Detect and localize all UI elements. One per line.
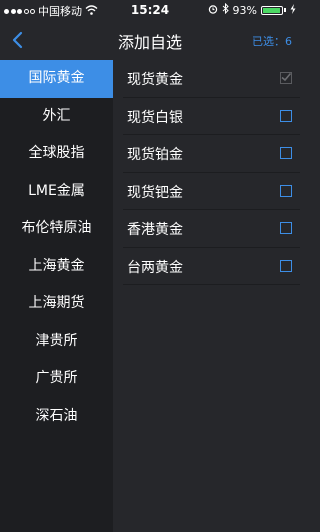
category-sidebar: 国际黄金 外汇 全球股指 LME金属 布伦特原油 上海黄金 上海期货 津贵所 广… — [0, 60, 113, 532]
sidebar-item-lme-metals[interactable]: LME金属 — [0, 173, 113, 211]
alarm-icon — [208, 4, 218, 17]
sidebar-item-intl-gold[interactable]: 国际黄金 — [0, 60, 113, 98]
selected-count[interactable]: 已选：6 — [252, 33, 292, 49]
list-item-label: 现货黄金 — [127, 72, 183, 88]
list-item-label: 香港黄金 — [127, 222, 183, 238]
bluetooth-icon — [222, 2, 229, 17]
sidebar-item-shenzhen-oil[interactable]: 深石油 — [0, 398, 113, 436]
list-item[interactable]: 现货钯金 — [123, 173, 300, 210]
checkbox[interactable] — [280, 72, 292, 84]
sidebar-item-guangdong-exchange[interactable]: 广贵所 — [0, 360, 113, 398]
checkbox[interactable] — [280, 184, 292, 197]
sidebar-item-global-indices[interactable]: 全球股指 — [0, 135, 113, 173]
checkbox[interactable] — [280, 259, 292, 272]
battery-level — [263, 7, 280, 13]
nav-header: 添加自选 已选：6 — [0, 20, 300, 60]
checkbox[interactable] — [280, 109, 292, 122]
list-item-label: 台两黄金 — [127, 259, 183, 276]
battery-icon — [261, 5, 283, 15]
battery-percent: 93% — [232, 3, 257, 17]
sidebar-item-forex[interactable]: 外汇 — [0, 98, 113, 136]
sidebar-item-shanghai-gold[interactable]: 上海黄金 — [0, 248, 113, 286]
charging-icon — [290, 3, 296, 17]
list-item-label: 现货铂金 — [127, 147, 183, 163]
sidebar-item-shanghai-futures[interactable]: 上海期货 — [0, 285, 113, 323]
list-item[interactable]: 现货白银 — [123, 98, 300, 135]
list-item[interactable]: 现货黄金 — [123, 60, 300, 98]
instrument-list: 现货黄金 现货白银 现货铂金 现货钯金 香港黄金 台两黄金 — [113, 60, 300, 532]
list-item[interactable]: 香港黄金 — [123, 210, 300, 248]
status-bar: 中国移动 15:24 93% — [0, 0, 300, 20]
list-item[interactable]: 台两黄金 — [123, 248, 300, 285]
checkmark-icon — [281, 72, 292, 82]
sidebar-item-tianjin-exchange[interactable]: 津贵所 — [0, 323, 113, 361]
battery-cap — [284, 8, 286, 12]
checkbox[interactable] — [280, 147, 292, 159]
list-item-label: 现货白银 — [127, 109, 183, 126]
list-item-label: 现货钯金 — [127, 184, 183, 201]
sidebar-item-brent-oil[interactable]: 布伦特原油 — [0, 210, 113, 248]
status-right: 93% — [208, 2, 296, 17]
checkbox[interactable] — [280, 222, 292, 234]
list-item[interactable]: 现货铂金 — [123, 135, 300, 173]
